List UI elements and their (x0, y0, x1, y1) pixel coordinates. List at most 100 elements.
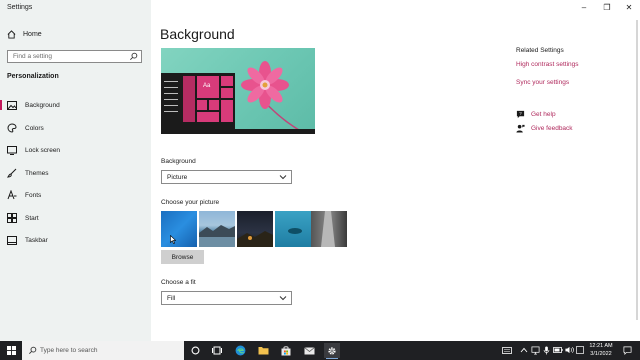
main-content: Background Aa Background Picture Choose … (151, 0, 640, 341)
start-button[interactable] (0, 341, 22, 360)
microphone-tray-button[interactable] (541, 345, 551, 355)
show-hidden-icons-button[interactable] (519, 345, 529, 355)
menu-line (164, 87, 178, 88)
sidebar-item-start[interactable]: Start (0, 211, 151, 225)
sidebar-item-label: Start (25, 214, 39, 222)
search-icon (130, 52, 138, 60)
feedback-person-icon (516, 124, 525, 133)
picture-thumbnail-underwater[interactable] (275, 211, 311, 247)
tile (221, 88, 233, 98)
sidebar-item-label: Themes (25, 169, 49, 177)
start-icon (7, 213, 17, 223)
network-tray-button[interactable] (530, 345, 540, 355)
sidebar-item-label: Fonts (25, 191, 42, 199)
give-feedback-link[interactable]: Give feedback (531, 125, 573, 132)
window-title: Settings (7, 4, 33, 11)
edge-button[interactable] (232, 343, 248, 358)
cortana-icon (191, 346, 199, 355)
mail-button[interactable] (301, 343, 317, 358)
choose-picture-label: Choose your picture (161, 199, 220, 206)
fit-dropdown[interactable]: Fill (161, 291, 292, 305)
get-help-row[interactable]: ? Get help (516, 110, 556, 119)
store-button[interactable] (278, 343, 294, 358)
taskbar-search-placeholder: Type here to search (40, 347, 98, 354)
sidebar-item-lock-screen[interactable]: Lock screen (0, 143, 151, 157)
start-menu-preview: Aa (161, 73, 235, 129)
palette-icon (7, 123, 17, 133)
scrollbar[interactable] (636, 20, 638, 320)
search-icon (29, 346, 37, 354)
give-feedback-row[interactable]: Give feedback (516, 124, 573, 133)
edge-icon (235, 345, 245, 356)
help-chat-icon: ? (516, 110, 525, 119)
notifications-button[interactable] (622, 345, 632, 355)
night-scene (237, 231, 273, 247)
high-contrast-link[interactable]: High contrast settings (516, 61, 579, 68)
font-icon (7, 190, 17, 200)
clock-date: 3/1/2022 (590, 350, 612, 357)
home-label: Home (23, 30, 42, 38)
windows-taskbar: Type here to search 12:21 AM 3/1/2022 (0, 341, 640, 360)
menu-line (164, 111, 178, 112)
cursor-icon (170, 235, 176, 244)
sync-settings-link[interactable]: Sync your settings (516, 79, 569, 86)
background-dropdown[interactable]: Picture (161, 170, 292, 184)
chevron-down-icon (279, 296, 287, 301)
gear-icon (328, 346, 336, 355)
cortana-button[interactable] (187, 343, 203, 358)
sidebar-item-fonts[interactable]: Fonts (0, 188, 151, 202)
picture-thumbnail-coast[interactable] (199, 211, 235, 247)
file-explorer-button[interactable] (255, 343, 271, 358)
browse-button[interactable]: Browse (161, 250, 204, 264)
menu-line (164, 105, 178, 106)
chevron-up-icon (520, 347, 528, 353)
tile (221, 76, 233, 86)
image-icon (7, 100, 17, 110)
network-icon (531, 346, 539, 354)
volume-tray-button[interactable] (564, 345, 574, 355)
sidebar-item-label: Lock screen (25, 146, 61, 154)
clock-time: 12:21 AM (589, 343, 613, 349)
sidebar-item-label: Background (25, 101, 60, 109)
find-setting-input[interactable]: Find a setting (7, 50, 142, 63)
taskbar-search-box[interactable]: Type here to search (22, 341, 184, 360)
picture-thumbnail-windows[interactable] (161, 211, 197, 247)
tile (209, 100, 219, 110)
sidebar: Home Find a setting Personalization Back… (0, 0, 151, 341)
rock-shapes (199, 225, 235, 247)
choose-fit-label: Choose a fit (161, 279, 196, 286)
sidebar-item-themes[interactable]: Themes (0, 166, 151, 180)
home-icon (7, 29, 16, 39)
sidebar-item-colors[interactable]: Colors (0, 121, 151, 135)
page-title: Background (160, 26, 235, 42)
cliff-scene (321, 211, 335, 247)
menu-line (164, 93, 178, 94)
aa-tile: Aa (197, 76, 219, 98)
picture-thumbnail-cliff[interactable] (311, 211, 347, 247)
sidebar-item-label: Colors (25, 124, 44, 132)
home-link[interactable]: Home (7, 28, 42, 40)
language-icon (576, 346, 584, 354)
search-placeholder: Find a setting (13, 53, 53, 60)
battery-tray-button[interactable] (553, 345, 563, 355)
folder-icon (258, 347, 268, 355)
section-title: Personalization (7, 73, 59, 80)
tile (197, 112, 219, 122)
lock-screen-icon (7, 145, 17, 155)
mail-icon (303, 346, 315, 354)
task-view-button[interactable] (209, 343, 225, 358)
get-help-link[interactable]: Get help (531, 111, 556, 118)
sidebar-item-background[interactable]: Background (0, 98, 151, 112)
sidebar-item-taskbar[interactable]: Taskbar (0, 233, 151, 247)
store-bag-icon (281, 345, 291, 355)
taskbar-clock[interactable]: 12:21 AM 3/1/2022 (584, 343, 618, 358)
background-value: Picture (167, 174, 188, 181)
notification-icon (623, 346, 631, 355)
preview-taskbar (161, 129, 315, 134)
picture-thumbnail-night[interactable] (237, 211, 273, 247)
settings-taskbar-button[interactable] (324, 343, 340, 359)
sidebar-item-label: Taskbar (25, 236, 48, 244)
tile (183, 76, 195, 122)
fit-value: Fill (167, 295, 176, 302)
keyboard-tray-button[interactable] (502, 345, 512, 355)
